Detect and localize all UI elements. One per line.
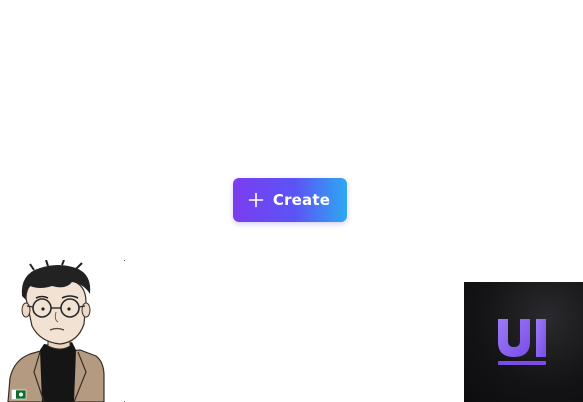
avatar-illustration xyxy=(0,260,126,402)
ui-logo-icon xyxy=(497,319,546,365)
create-button[interactable]: Create xyxy=(233,178,347,222)
canvas: Create xyxy=(0,0,583,402)
plus-icon xyxy=(248,192,264,208)
create-button-label: Create xyxy=(272,191,331,209)
flag-badge-icon xyxy=(11,389,27,400)
logo-tile xyxy=(464,282,583,402)
